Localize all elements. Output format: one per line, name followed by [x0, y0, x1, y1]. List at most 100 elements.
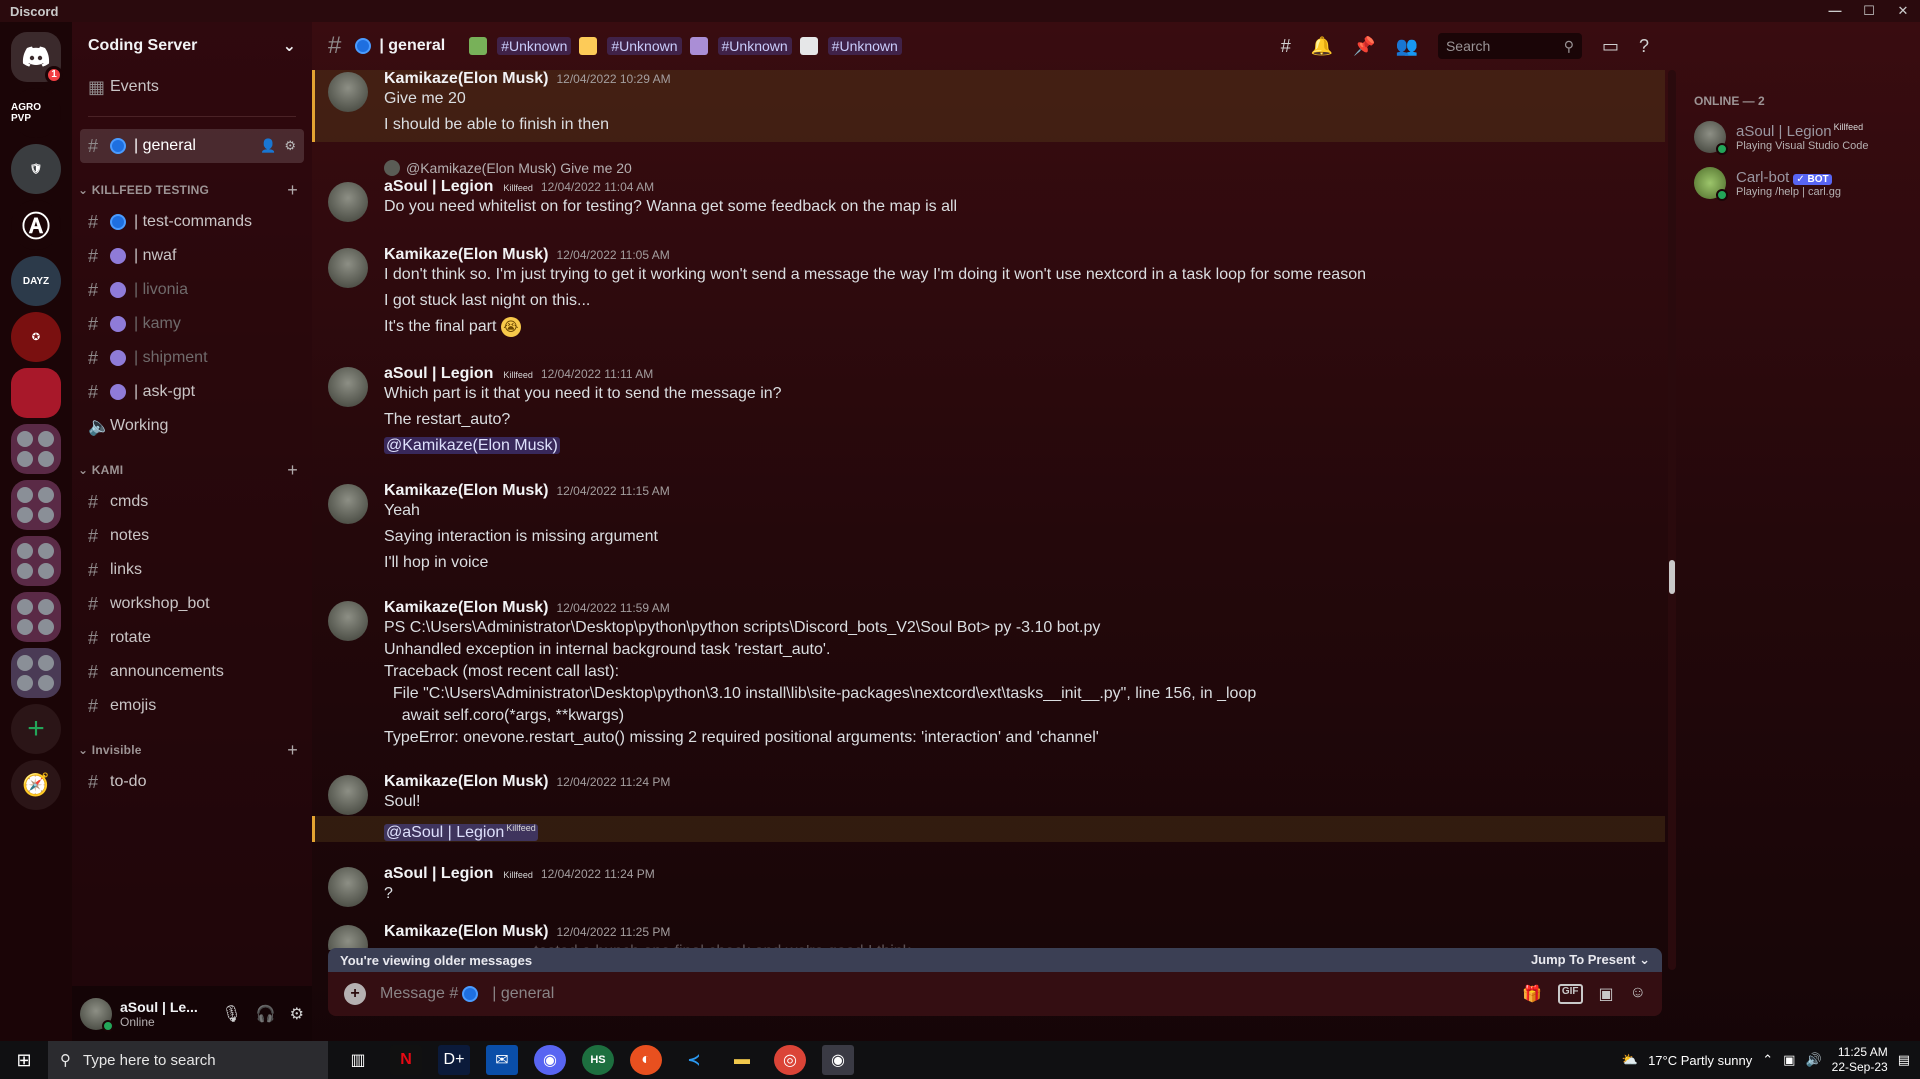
taskbar-search[interactable]: ⚲ Type here to search [48, 1041, 328, 1079]
discord-active-icon[interactable]: ◉ [822, 1045, 854, 1075]
channel-ask-gpt[interactable]: # | ask-gpt [80, 375, 304, 409]
inbox-icon[interactable]: ▭ [1602, 36, 1619, 57]
add-server-button[interactable]: + [11, 704, 61, 754]
server-red-emblem[interactable]: ✪ [11, 312, 61, 362]
task-view-icon[interactable]: ▥ [342, 1045, 374, 1075]
channel-general[interactable]: # | general 👤 ⚙ [80, 129, 304, 163]
gif-button[interactable]: GIF [1557, 984, 1583, 1004]
user-mention[interactable]: @aSoul | Legion Killfeed [384, 823, 538, 842]
channel-link[interactable]: #Unknown [497, 37, 572, 55]
attach-plus-icon[interactable]: + [344, 983, 366, 1005]
reply-preview[interactable]: @Kamikaze(Elon Musk) Give me 20 [384, 158, 1648, 178]
category-killfeed-testing[interactable]: ⌄ KILLFEED TESTING + [72, 175, 312, 205]
channel-link[interactable]: #Unknown [717, 37, 792, 55]
help-icon[interactable]: ? [1639, 36, 1649, 57]
avatar[interactable] [328, 182, 368, 222]
bell-icon[interactable]: 🔔 [1311, 36, 1333, 57]
avatar[interactable] [328, 367, 368, 407]
sticker-icon[interactable]: ▣ [1599, 984, 1614, 1004]
channel-nwaf[interactable]: # | nwaf [80, 239, 304, 273]
threads-icon[interactable]: # [1281, 36, 1291, 57]
message-author[interactable]: aSoul | Legion [384, 865, 493, 883]
orange-app-icon[interactable]: ◐ [630, 1045, 662, 1075]
netflix-icon[interactable]: N [390, 1045, 422, 1075]
events-item[interactable]: ▦ Events [80, 70, 304, 104]
avatar[interactable] [328, 248, 368, 288]
server-dayz[interactable]: DAYZ [11, 256, 61, 306]
message-author[interactable]: Kamikaze(Elon Musk) [384, 599, 548, 617]
channel-workshop-bot[interactable]: # workshop_bot [80, 587, 304, 621]
server-folder-active[interactable] [11, 648, 61, 698]
channel-notes[interactable]: # notes [80, 519, 304, 553]
windows-start-icon[interactable]: ⊞ [0, 1050, 48, 1071]
hs-app-icon[interactable]: HS [582, 1045, 614, 1075]
outlook-icon[interactable]: ✉ [486, 1045, 518, 1075]
gift-icon[interactable]: 🎁 [1522, 984, 1542, 1004]
channel-link[interactable]: #Unknown [827, 37, 902, 55]
gear-icon[interactable]: ⚙ [284, 138, 296, 154]
avatar[interactable] [328, 925, 368, 950]
server-shield[interactable]: 🛡 [11, 144, 61, 194]
server-folder-4[interactable] [11, 592, 61, 642]
close-icon[interactable]: ✕ [1886, 0, 1920, 22]
server-header[interactable]: Coding Server ⌄ [72, 22, 312, 70]
category-invisible[interactable]: ⌄ Invisible + [72, 735, 312, 765]
search-input[interactable]: Search ⚲ [1437, 33, 1582, 59]
clock[interactable]: 11:25 AM 22-Sep-23 [1832, 1045, 1888, 1075]
network-icon[interactable]: ▣ [1783, 1052, 1795, 1068]
server-agro-pvp[interactable]: AGRO PVP [11, 88, 61, 138]
avatar[interactable] [328, 72, 368, 112]
discord-icon[interactable]: ◉ [534, 1045, 566, 1075]
gear-icon[interactable]: ⚙ [290, 1004, 304, 1024]
headphones-icon[interactable]: 🎧 [256, 1004, 276, 1024]
jump-to-present-button[interactable]: Jump To Present ⌄ [1531, 952, 1650, 968]
add-channel-icon[interactable]: + [287, 740, 298, 761]
channel-cmds[interactable]: # cmds [80, 485, 304, 519]
chevron-up-icon[interactable]: ⌃ [1762, 1052, 1773, 1068]
server-folder-1[interactable] [11, 424, 61, 474]
channel-livonia[interactable]: # | livonia [80, 273, 304, 307]
crying-face-emoji-icon[interactable]: 😭 [500, 316, 521, 337]
avatar[interactable] [328, 484, 368, 524]
members-icon[interactable]: 👥 [1396, 36, 1418, 57]
channel-emojis[interactable]: # emojis [80, 689, 304, 723]
notifications-icon[interactable]: ▤ [1898, 1052, 1910, 1068]
member-item[interactable]: Carl-bot ✓ BOT Playing /help | carl.gg [1694, 160, 1912, 206]
pin-icon[interactable]: 📌 [1353, 36, 1375, 57]
microphone-icon[interactable]: 🎙 [221, 1004, 241, 1024]
message-author[interactable]: Kamikaze(Elon Musk) [384, 70, 548, 88]
weather-text[interactable]: 17°C Partly sunny [1648, 1053, 1752, 1068]
message-author[interactable]: Kamikaze(Elon Musk) [384, 482, 548, 500]
disney-plus-icon[interactable]: D+ [438, 1045, 470, 1075]
chrome-icon[interactable]: ◎ [774, 1045, 806, 1075]
channel-links[interactable]: # links [80, 553, 304, 587]
message-author[interactable]: Kamikaze(Elon Musk) [384, 773, 548, 791]
channel-rotate[interactable]: # rotate [80, 621, 304, 655]
minimize-icon[interactable]: — [1818, 0, 1852, 22]
vscode-icon[interactable]: ≺ [678, 1045, 710, 1075]
channel-kamy[interactable]: # | kamy [80, 307, 304, 341]
message-scrollbar[interactable] [1668, 70, 1676, 970]
channel-announcements[interactable]: # announcements [80, 655, 304, 689]
server-folder-2[interactable] [11, 480, 61, 530]
channel-test-commands[interactable]: # | test-commands [80, 205, 304, 239]
maximize-icon[interactable]: ☐ [1852, 0, 1886, 22]
user-mention[interactable]: @Kamikaze(Elon Musk) [384, 437, 560, 454]
message-author[interactable]: Kamikaze(Elon Musk) [384, 923, 548, 941]
server-folder-3[interactable] [11, 536, 61, 586]
member-item[interactable]: aSoul | Legion Killfeed Playing Visual St… [1694, 114, 1912, 160]
category-kami[interactable]: ⌄ KAMI + [72, 455, 312, 485]
message-author[interactable]: aSoul | Legion [384, 178, 493, 196]
file-explorer-icon[interactable]: ▬ [726, 1045, 758, 1075]
scrollbar-thumb[interactable] [1669, 560, 1675, 594]
server-anarchy[interactable]: Ⓐ [11, 200, 61, 250]
channel-link[interactable]: #Unknown [607, 37, 682, 55]
channel-shipment[interactable]: # | shipment [80, 341, 304, 375]
emoji-picker-icon[interactable]: ☺ [1630, 984, 1646, 1004]
avatar[interactable] [328, 601, 368, 641]
invite-icon[interactable]: 👤 [260, 138, 276, 154]
add-channel-icon[interactable]: + [287, 460, 298, 481]
channel-to-do[interactable]: # to-do [80, 765, 304, 799]
avatar[interactable] [80, 997, 114, 1032]
volume-icon[interactable]: 🔊 [1805, 1052, 1821, 1068]
